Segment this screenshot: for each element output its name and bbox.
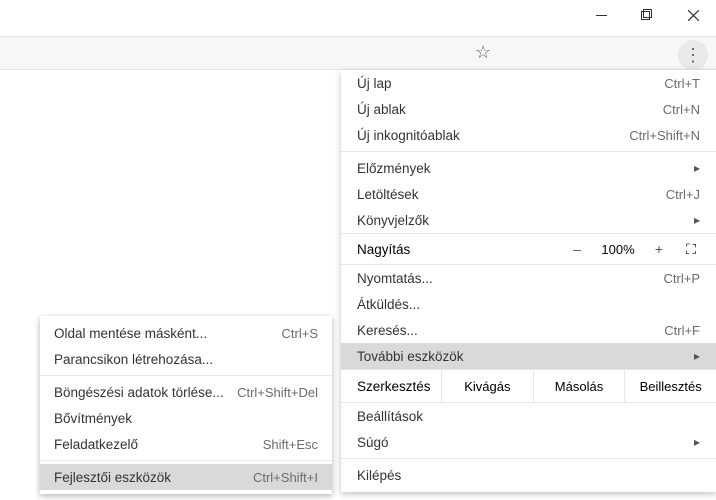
more-tools-submenu: Oldal mentése másként... Ctrl+S Parancsi… <box>40 316 332 494</box>
menu-history[interactable]: Előzmények ▸ <box>341 155 716 181</box>
chrome-main-menu: Új lap Ctrl+T Új ablak Ctrl+N Új inkogni… <box>341 70 716 492</box>
menu-help[interactable]: Súgó ▸ <box>341 429 716 455</box>
edit-paste-button[interactable]: Beillesztés <box>624 370 716 402</box>
window-minimize-button[interactable] <box>578 0 624 30</box>
menu-shortcut: Ctrl+N <box>663 102 700 117</box>
menu-shortcut: Ctrl+Shift+Del <box>237 385 318 400</box>
submenu-arrow-icon: ▸ <box>694 161 700 175</box>
menu-bookmarks[interactable]: Könyvjelzők ▸ <box>341 207 716 233</box>
menu-settings[interactable]: Beállítások <box>341 403 716 429</box>
window-close-button[interactable] <box>670 0 716 30</box>
menu-print[interactable]: Nyomtatás... Ctrl+P <box>341 265 716 291</box>
menu-label: Fejlesztői eszközök <box>54 470 171 485</box>
menu-shortcut: Ctrl+S <box>282 326 318 341</box>
submenu-arrow-icon: ▸ <box>694 435 700 449</box>
edit-cut-button[interactable]: Kivágás <box>441 370 533 402</box>
menu-shortcut: Ctrl+F <box>664 323 700 338</box>
submenu-extensions[interactable]: Bővítmények <box>40 405 332 431</box>
menu-label: Bővítmények <box>54 411 132 426</box>
menu-label: Böngészési adatok törlése... <box>54 385 224 400</box>
submenu-task-manager[interactable]: Feladatkezelő Shift+Esc <box>40 431 332 457</box>
menu-shortcut: Ctrl+J <box>666 187 700 202</box>
submenu-developer-tools[interactable]: Fejlesztői eszközök Ctrl+Shift+I <box>40 464 332 490</box>
edit-copy-button[interactable]: Másolás <box>533 370 625 402</box>
menu-cast[interactable]: Átküldés... <box>341 291 716 317</box>
menu-label: Feladatkezelő <box>54 437 138 452</box>
menu-label: További eszközök <box>357 349 464 364</box>
menu-label: Nyomtatás... <box>357 271 433 286</box>
zoom-in-button[interactable]: + <box>642 241 676 257</box>
menu-label: Előzmények <box>357 161 431 176</box>
menu-label: Letöltések <box>357 187 419 202</box>
menu-separator <box>341 458 716 459</box>
menu-new-tab[interactable]: Új lap Ctrl+T <box>341 70 716 96</box>
menu-label: Parancsikon létrehozása... <box>54 352 213 367</box>
chrome-menu-button[interactable]: ⋮ <box>678 40 708 70</box>
submenu-arrow-icon: ▸ <box>694 213 700 227</box>
menu-separator <box>341 151 716 152</box>
menu-label: Új lap <box>357 76 392 91</box>
zoom-percent: 100% <box>594 242 642 257</box>
menu-shortcut: Ctrl+Shift+N <box>629 128 700 143</box>
menu-exit[interactable]: Kilépés <box>341 462 716 488</box>
menu-label: Átküldés... <box>357 297 420 312</box>
menu-label: Új ablak <box>357 102 406 117</box>
submenu-arrow-icon: ▸ <box>694 349 700 363</box>
zoom-label: Nagyítás <box>357 242 560 257</box>
menu-label: Könyvjelzők <box>357 213 429 228</box>
menu-label: Beállítások <box>357 409 423 424</box>
menu-new-window[interactable]: Új ablak Ctrl+N <box>341 96 716 122</box>
menu-shortcut: Ctrl+P <box>664 271 700 286</box>
edit-label: Szerkesztés <box>341 379 441 394</box>
zoom-out-button[interactable]: – <box>560 241 594 257</box>
menu-shortcut: Ctrl+T <box>664 76 700 91</box>
submenu-clear-data[interactable]: Böngészési adatok törlése... Ctrl+Shift+… <box>40 379 332 405</box>
menu-label: Keresés... <box>357 323 418 338</box>
menu-incognito[interactable]: Új inkognitóablak Ctrl+Shift+N <box>341 122 716 148</box>
menu-zoom-row: Nagyítás – 100% + ⛶ <box>341 233 716 265</box>
submenu-create-shortcut[interactable]: Parancsikon létrehozása... <box>40 346 332 372</box>
menu-shortcut: Ctrl+Shift+I <box>253 470 318 485</box>
menu-shortcut: Shift+Esc <box>263 437 318 452</box>
menu-label: Oldal mentése másként... <box>54 326 207 341</box>
menu-label: Új inkognitóablak <box>357 128 460 143</box>
menu-edit-row: Szerkesztés Kivágás Másolás Beillesztés <box>341 369 716 403</box>
bookmark-star-icon[interactable]: ☆ <box>475 42 491 63</box>
submenu-save-page[interactable]: Oldal mentése másként... Ctrl+S <box>40 320 332 346</box>
fullscreen-icon[interactable]: ⛶ <box>676 241 706 258</box>
menu-label: Kilépés <box>357 468 401 483</box>
window-maximize-button[interactable] <box>624 0 670 30</box>
menu-label: Súgó <box>357 435 389 450</box>
menu-separator <box>40 460 332 461</box>
menu-downloads[interactable]: Letöltések Ctrl+J <box>341 181 716 207</box>
menu-more-tools[interactable]: További eszközök ▸ <box>341 343 716 369</box>
menu-find[interactable]: Keresés... Ctrl+F <box>341 317 716 343</box>
browser-toolbar: ☆ ⋮ <box>0 36 716 70</box>
menu-separator <box>40 375 332 376</box>
